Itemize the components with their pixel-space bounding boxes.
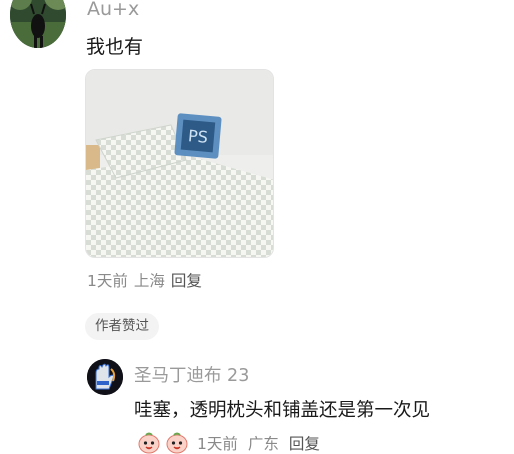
comment-photo[interactable]: PS: [85, 69, 274, 258]
reply-reply-button[interactable]: 回复: [289, 432, 320, 454]
reply-text: 哇塞，透明枕头和铺盖还是第一次见: [134, 400, 431, 421]
goat-avatar-icon: [10, 0, 66, 48]
reply-user-avatar[interactable]: [87, 359, 123, 395]
svg-text:PS: PS: [187, 126, 208, 147]
peach-face-emoji-icon: [138, 432, 160, 454]
comment-time: 1天前: [87, 272, 128, 290]
peach-face-emoji-icon: [166, 432, 188, 454]
reply-username[interactable]: 圣马丁迪布 23: [134, 362, 249, 387]
reply-button[interactable]: 回复: [171, 272, 202, 290]
bed-photo-image: PS: [86, 70, 273, 257]
comment-username[interactable]: Au+x: [87, 0, 139, 20]
author-liked-badge: 作者赞过: [85, 313, 159, 340]
comment-location: 上海: [133, 272, 165, 290]
reply-meta: 1天前 广东 回复: [137, 432, 326, 454]
reply-time: 1天前: [197, 435, 238, 453]
comment-text: 我也有: [86, 36, 144, 58]
reply-location: 广东: [247, 435, 279, 453]
comment-meta: 1天前 上海 回复: [87, 269, 208, 291]
user-avatar[interactable]: [10, 0, 66, 48]
glove-avatar-icon: [87, 359, 123, 395]
